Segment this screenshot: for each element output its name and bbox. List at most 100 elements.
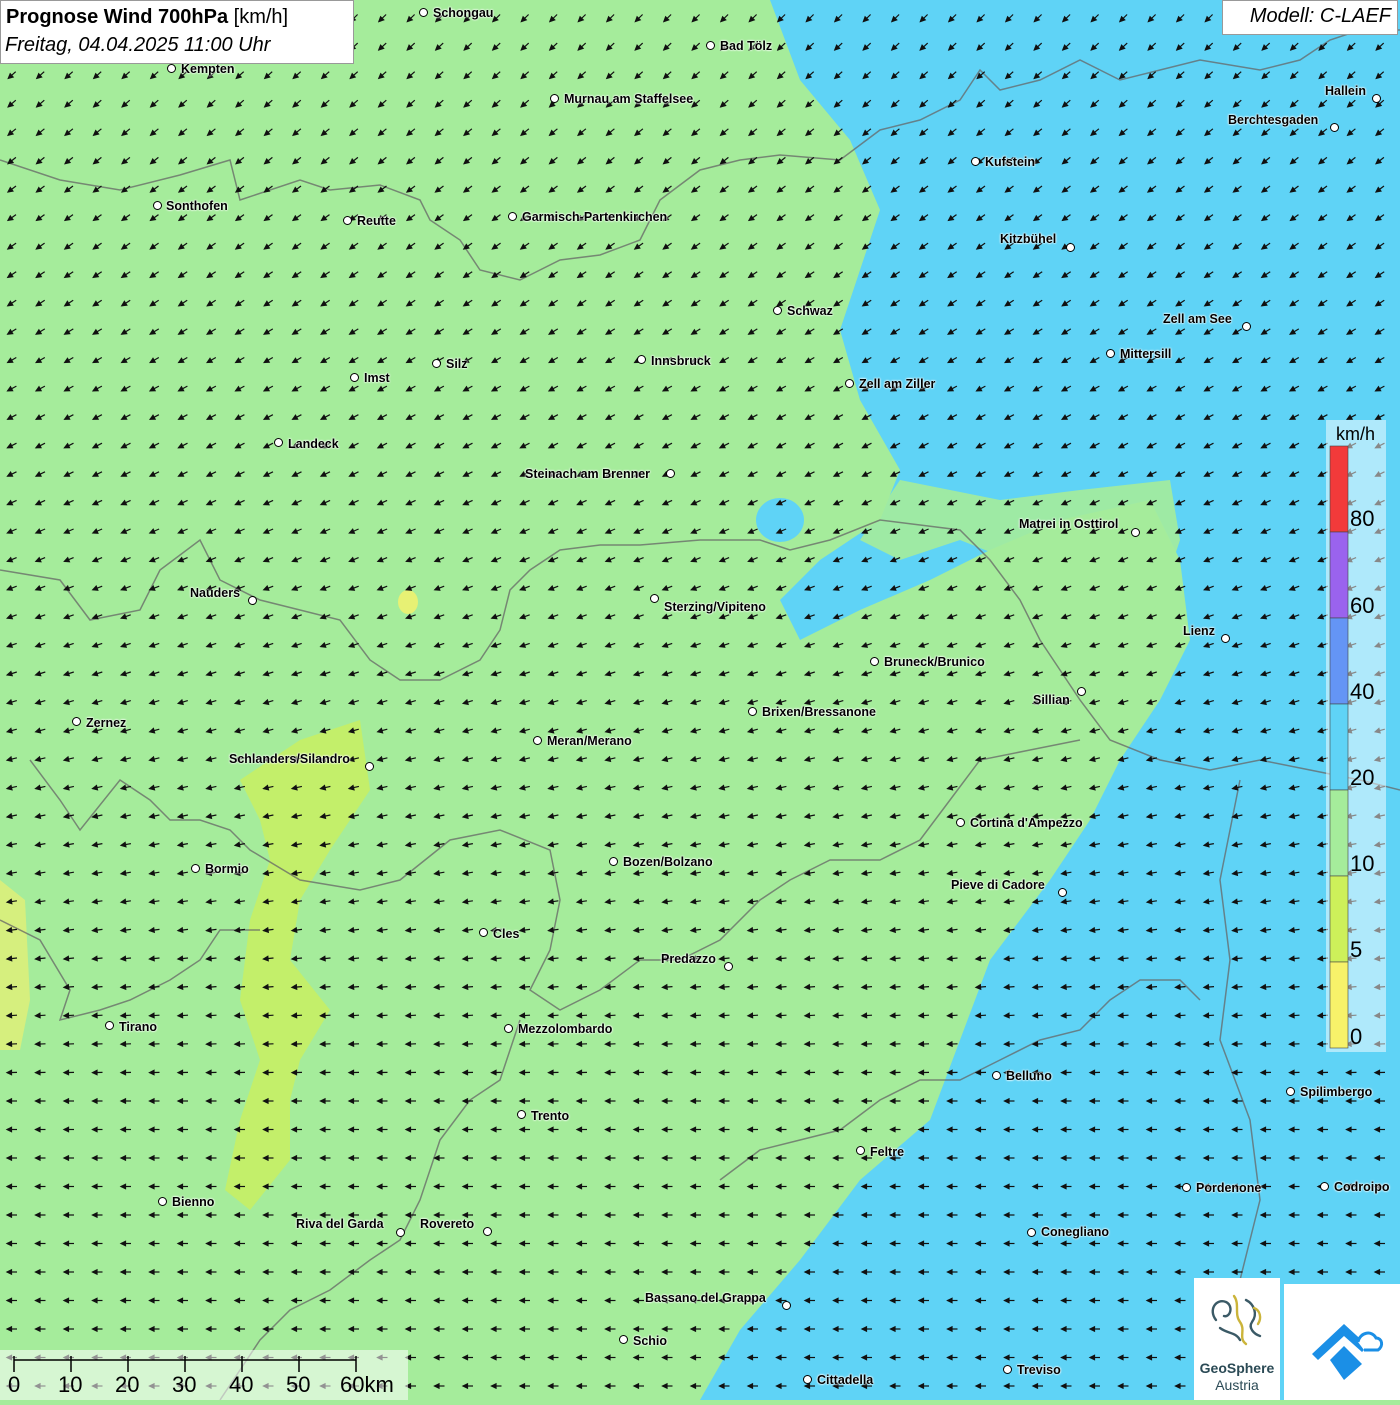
city-marker-bad-t-lz xyxy=(706,41,715,50)
city-label-cortina-d-ampezzo: Cortina d'Ampezzo xyxy=(970,816,1083,830)
city-marker-brixen-bressanone xyxy=(748,707,757,716)
city-label-mittersill: Mittersill xyxy=(1120,347,1171,361)
city-marker-berchtesgaden xyxy=(1330,123,1339,132)
city-label-predazzo: Predazzo xyxy=(661,952,716,966)
city-label-cles: Cles xyxy=(493,927,519,941)
city-marker-bormio xyxy=(191,864,200,873)
city-marker-imst xyxy=(350,373,359,382)
weather-app-logo[interactable] xyxy=(1284,1284,1400,1400)
model-panel: Modell: C-LAEF xyxy=(1222,0,1398,35)
city-marker-schwaz xyxy=(773,306,782,315)
scale-label-40: 40 xyxy=(229,1372,253,1398)
legend-band-10-20 xyxy=(1330,790,1348,876)
geosphere-logo-name: GeoSphere xyxy=(1194,1360,1280,1376)
city-marker-cles xyxy=(479,928,488,937)
legend-label-60: 60 xyxy=(1350,593,1374,619)
city-marker-nauders xyxy=(248,596,257,605)
scale-label-50: 50 xyxy=(286,1372,310,1398)
city-marker-zell-am-see xyxy=(1242,322,1251,331)
geosphere-logo-icon xyxy=(1194,1278,1280,1358)
city-label-zernez: Zernez xyxy=(86,716,126,730)
city-label-silz: Silz xyxy=(446,357,468,371)
city-marker-kitzb-hel xyxy=(1066,243,1075,252)
city-label-riva-del-garda: Riva del Garda xyxy=(296,1217,384,1231)
scale-label-60km: 60km xyxy=(340,1372,394,1398)
city-marker-pieve-di-cadore xyxy=(1058,888,1067,897)
city-label-murnau-am-staffelsee: Murnau am Staffelsee xyxy=(564,92,693,106)
legend-band-5-10 xyxy=(1330,876,1348,962)
city-label-belluno: Belluno xyxy=(1006,1069,1052,1083)
map-title: Prognose Wind 700hPa [km/h] xyxy=(6,6,288,29)
city-label-bruneck-brunico: Bruneck/Brunico xyxy=(884,655,985,669)
city-label-nauders: Nauders xyxy=(190,586,240,600)
city-label-bozen-bolzano: Bozen/Bolzano xyxy=(623,855,713,869)
city-label-kempten: Kempten xyxy=(181,62,234,76)
city-label-trento: Trento xyxy=(531,1109,569,1123)
city-marker-bozen-bolzano xyxy=(609,857,618,866)
geosphere-logo[interactable]: GeoSphere Austria xyxy=(1194,1278,1280,1400)
city-marker-matrei-in-osttirol xyxy=(1131,528,1140,537)
legend-band-40-60 xyxy=(1330,618,1348,704)
city-marker-hallein xyxy=(1372,94,1381,103)
city-marker-bienno xyxy=(158,1197,167,1206)
scale-label-20: 20 xyxy=(115,1372,139,1398)
city-label-feltre: Feltre xyxy=(870,1145,904,1159)
city-label-bassano-del-grappa: Bassano del Grappa xyxy=(645,1291,766,1305)
city-marker-cortina-d-ampezzo xyxy=(956,818,965,827)
scale-label-10: 10 xyxy=(58,1372,82,1398)
city-marker-rovereto xyxy=(483,1227,492,1236)
city-label-zell-am-ziller: Zell am Ziller xyxy=(859,377,935,391)
city-marker-pordenone xyxy=(1182,1183,1191,1192)
city-marker-codroipo xyxy=(1320,1182,1329,1191)
legend-label-40: 40 xyxy=(1350,679,1374,705)
city-marker-sonthofen xyxy=(153,201,162,210)
geosphere-logo-subname: Austria xyxy=(1194,1377,1280,1393)
city-marker-feltre xyxy=(856,1146,865,1155)
city-marker-schlanders-silandro xyxy=(365,762,374,771)
city-label-meran-merano: Meran/Merano xyxy=(547,734,632,748)
city-label-treviso: Treviso xyxy=(1017,1363,1061,1377)
city-marker-silz xyxy=(432,359,441,368)
city-label-spilimbergo: Spilimbergo xyxy=(1300,1085,1372,1099)
scale-label-30: 30 xyxy=(172,1372,196,1398)
legend-label-20: 20 xyxy=(1350,765,1374,791)
city-label-codroipo: Codroipo xyxy=(1334,1180,1390,1194)
city-marker-innsbruck xyxy=(637,355,646,364)
city-marker-tirano xyxy=(105,1021,114,1030)
legend-band-80-plus xyxy=(1330,446,1348,532)
legend-label-80: 80 xyxy=(1350,506,1374,532)
city-label-schio: Schio xyxy=(633,1334,667,1348)
city-marker-sillian xyxy=(1077,687,1086,696)
scale-bar: 0 10 20 30 40 50 60km xyxy=(0,1350,408,1400)
model-label: Modell: C-LAEF xyxy=(1250,5,1391,28)
city-label-garmisch-partenkirchen: Garmisch-Partenkirchen xyxy=(522,210,667,224)
city-label-hallein: Hallein xyxy=(1325,84,1366,98)
forecast-date: Freitag, 04.04.2025 11:00 Uhr xyxy=(5,34,270,57)
city-marker-zernez xyxy=(72,717,81,726)
city-marker-garmisch-partenkirchen xyxy=(508,212,517,221)
title-panel: Prognose Wind 700hPa [km/h] Freitag, 04.… xyxy=(0,0,354,64)
city-marker-mezzolombardo xyxy=(504,1024,513,1033)
city-marker-schio xyxy=(619,1335,628,1344)
city-label-landeck: Landeck xyxy=(288,437,339,451)
city-label-reutte: Reutte xyxy=(357,214,396,228)
city-marker-cittadella xyxy=(803,1375,812,1384)
city-marker-spilimbergo xyxy=(1286,1087,1295,1096)
city-label-imst: Imst xyxy=(364,371,390,385)
city-marker-riva-del-garda xyxy=(396,1228,405,1237)
color-legend: km/h 80 60 40 20 10 5 0 xyxy=(1326,420,1386,1052)
weather-app-logo-icon xyxy=(1284,1284,1400,1400)
city-marker-schongau xyxy=(419,8,428,17)
city-marker-murnau-am-staffelsee xyxy=(550,94,559,103)
city-marker-landeck xyxy=(274,438,283,447)
city-label-bad-t-lz: Bad Tölz xyxy=(720,39,772,53)
city-label-brixen-bressanone: Brixen/Bressanone xyxy=(762,705,876,719)
city-marker-trento xyxy=(517,1110,526,1119)
city-label-schongau: Schongau xyxy=(433,6,493,20)
legend-band-60-80 xyxy=(1330,532,1348,618)
city-label-sterzing-vipiteno: Sterzing/Vipiteno xyxy=(664,600,766,614)
map-title-main: Prognose Wind 700hPa xyxy=(6,6,228,28)
city-marker-bruneck-brunico xyxy=(870,657,879,666)
city-marker-treviso xyxy=(1003,1365,1012,1374)
city-marker-kufstein xyxy=(971,157,980,166)
